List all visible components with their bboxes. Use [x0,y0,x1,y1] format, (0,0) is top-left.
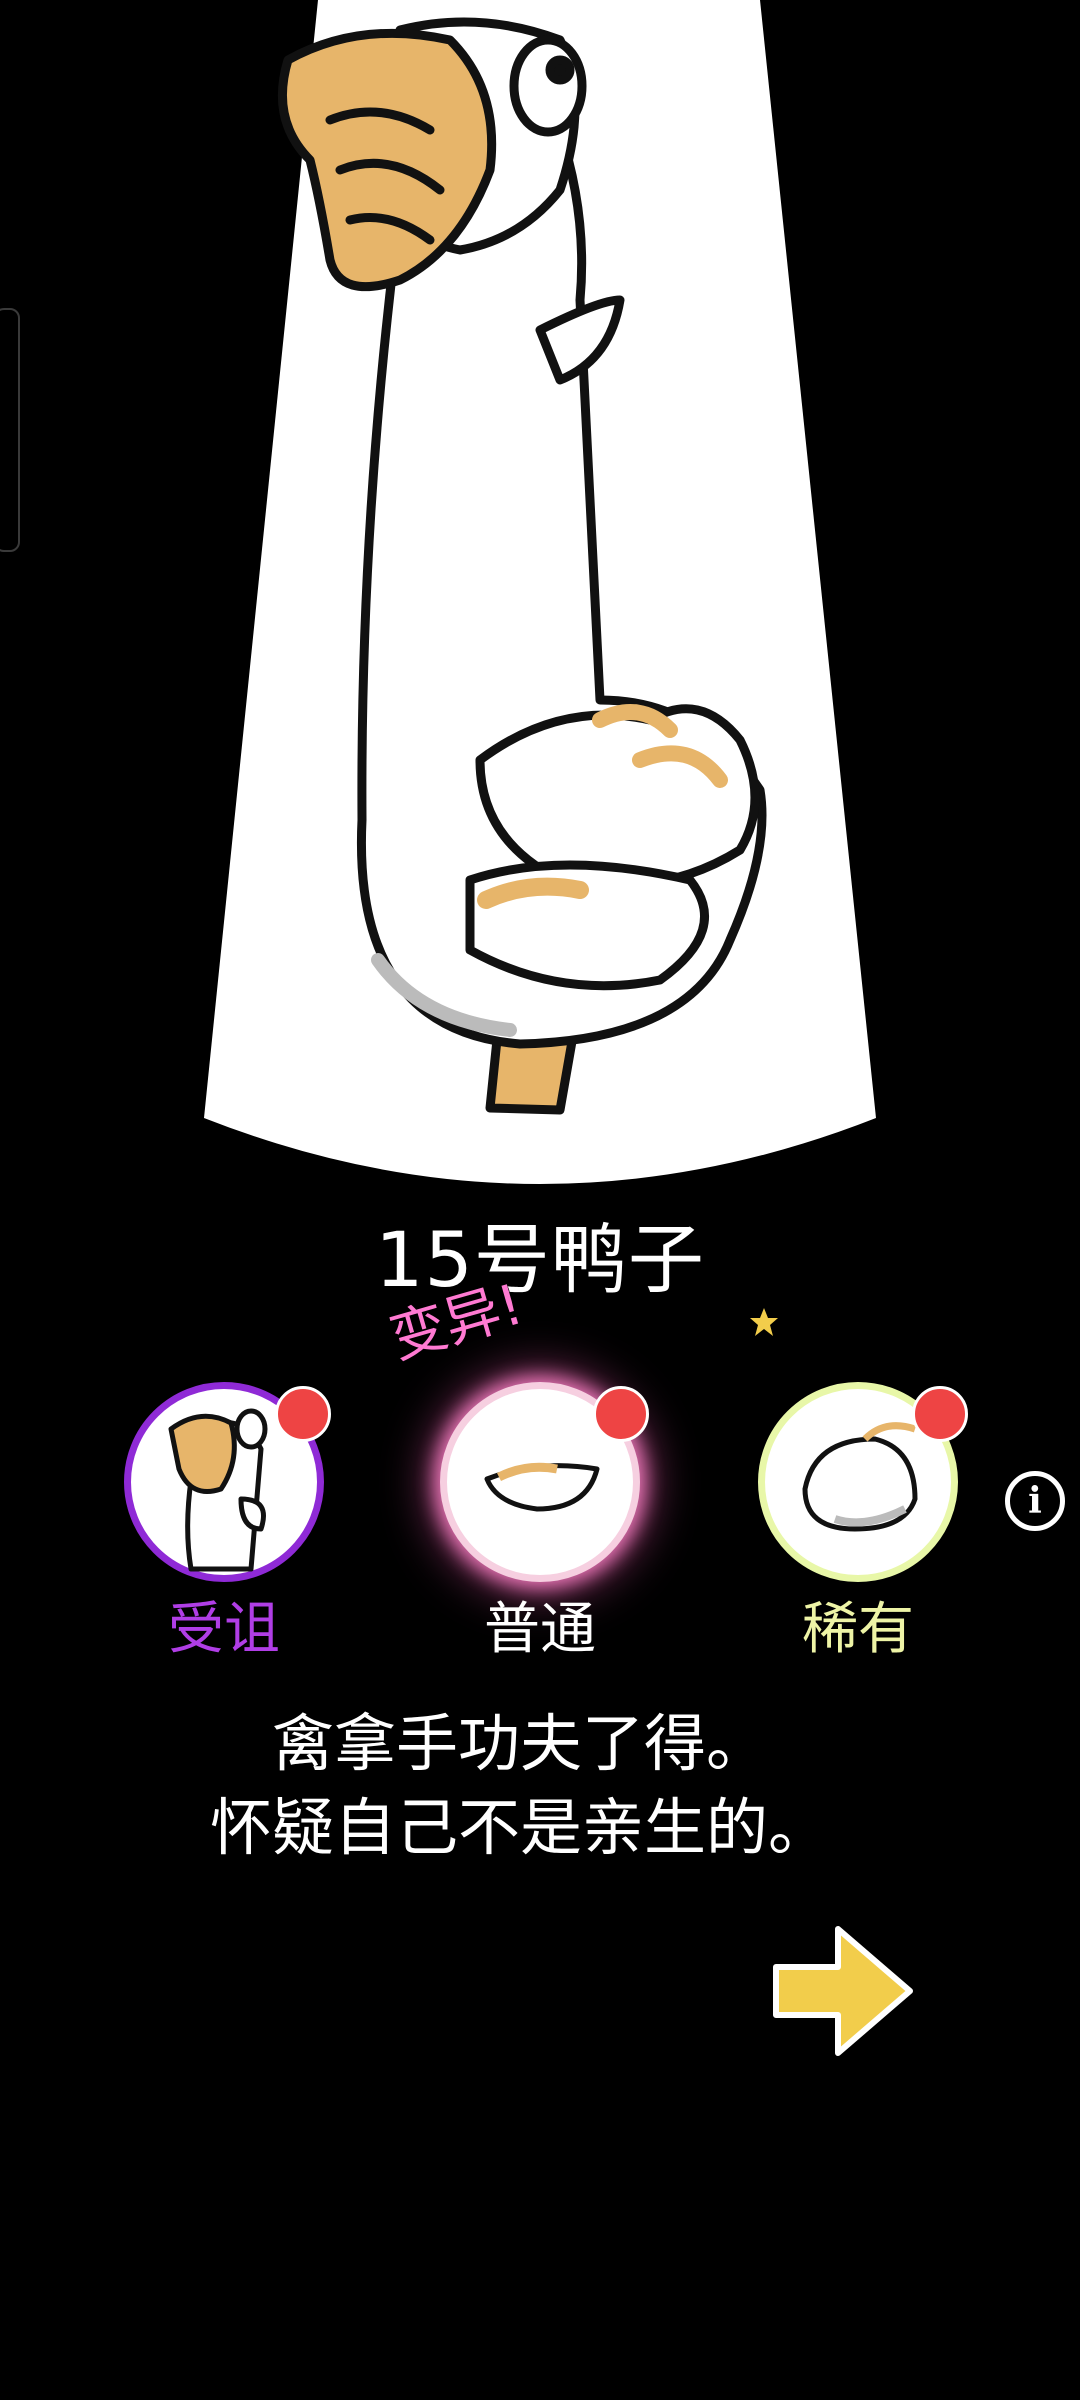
variant-label-rare: 稀有 [802,1597,914,1662]
duck-illustration [204,0,876,1184]
duck-eye [509,35,587,137]
arrow-right-icon [773,1926,913,2056]
duck-name: 15号鸭子 [375,1215,705,1304]
notification-dot [593,1386,649,1442]
notification-dot [912,1386,968,1442]
next-button[interactable] [768,1915,918,2065]
notification-dot [275,1386,331,1442]
duck-wing [465,860,709,991]
variant-label-cursed: 受诅 [168,1597,280,1662]
duck-description-line2: 怀疑自己不是亲生的。 [209,1791,830,1864]
star-icon [750,1308,778,1336]
info-icon[interactable]: i [1005,1471,1065,1531]
variant-label-normal: 普通 [484,1597,596,1662]
duck-tail [475,704,760,891]
duck-description-line1: 禽拿手功夫了得。 [271,1707,768,1780]
